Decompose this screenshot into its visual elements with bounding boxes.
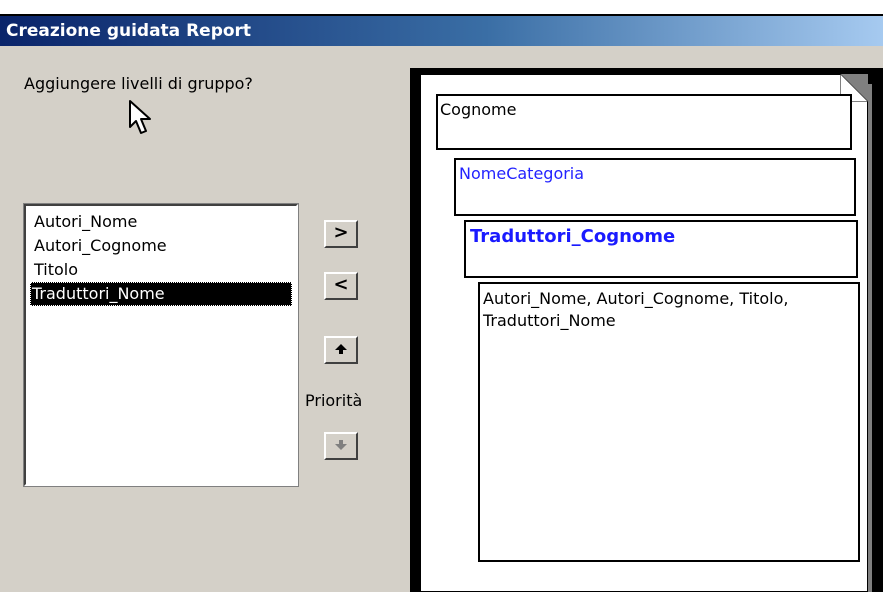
priority-label: Priorità bbox=[305, 391, 363, 410]
group-level-1-label: Cognome bbox=[440, 100, 517, 119]
arrow-down-icon bbox=[335, 440, 347, 450]
title-bar[interactable]: Creazione guidata Report bbox=[0, 16, 883, 46]
grouping-question: Aggiungere livelli di gruppo? bbox=[24, 74, 253, 93]
group-level-3-label: Traduttori_Cognome bbox=[470, 226, 676, 247]
priority-down-button[interactable] bbox=[324, 432, 358, 460]
remove-group-level-button[interactable]: < bbox=[324, 272, 358, 300]
list-item[interactable]: Autori_Cognome bbox=[32, 234, 167, 258]
list-item[interactable]: Autori_Nome bbox=[32, 210, 137, 234]
top-strip bbox=[0, 0, 883, 14]
group-level-2-label: NomeCategoria bbox=[459, 164, 585, 183]
window-title: Creazione guidata Report bbox=[6, 21, 252, 41]
arrow-up-icon bbox=[335, 344, 347, 354]
mouse-pointer-icon bbox=[129, 100, 151, 134]
detail-fields-label: Autori_Nome, Autori_Cognome, Titolo, Tra… bbox=[483, 289, 789, 330]
priority-up-button[interactable] bbox=[324, 336, 358, 364]
add-group-level-button[interactable]: > bbox=[324, 220, 358, 248]
list-item[interactable]: Titolo bbox=[32, 258, 78, 282]
available-fields-list[interactable]: Autori_Nome Autori_Cognome Titolo Tradut… bbox=[24, 204, 298, 486]
list-item-selected[interactable]: Traduttori_Nome bbox=[30, 282, 292, 306]
